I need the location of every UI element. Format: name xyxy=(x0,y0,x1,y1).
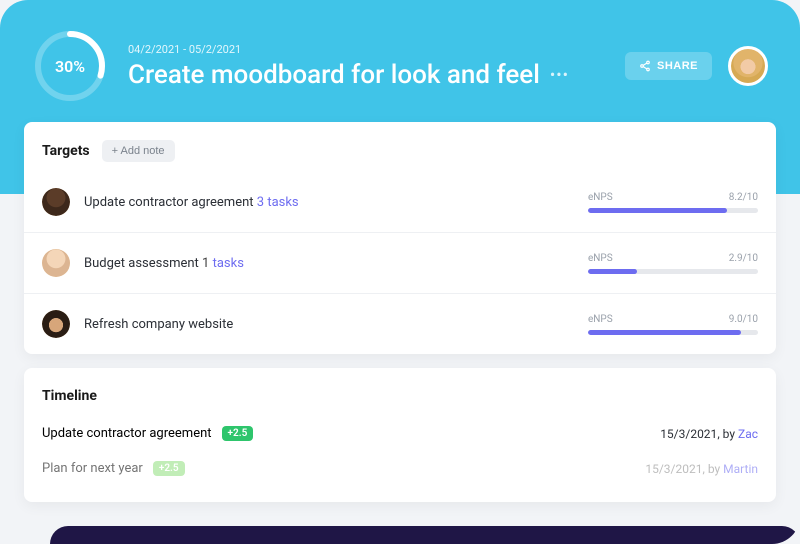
title-block: 04/2/2021 - 05/2/2021 Create moodboard f… xyxy=(128,43,605,90)
timeline-row[interactable]: Plan for next year +2.5 15/3/2021, by Ma… xyxy=(24,451,776,486)
share-icon xyxy=(639,60,651,72)
assignee-avatar xyxy=(42,249,70,277)
date-range: 04/2/2021 - 05/2/2021 xyxy=(128,43,605,56)
timeline-title: Plan for next year xyxy=(42,461,143,476)
target-title: Budget assessment 1 tasks xyxy=(84,256,574,271)
metric-label: eNPS xyxy=(588,192,613,203)
add-note-button[interactable]: + Add note xyxy=(102,140,175,162)
metric-score: 2.9/10 xyxy=(729,253,758,264)
timeline-meta: 15/3/2021, by Zac xyxy=(660,427,758,441)
share-button[interactable]: SHARE xyxy=(625,52,712,80)
target-title: Update contractor agreement 3 tasks xyxy=(84,195,574,210)
page-title: Create moodboard for look and feel xyxy=(128,60,540,90)
target-row[interactable]: Update contractor agreement 3 tasks eNPS… xyxy=(24,172,776,233)
timeline-card: Timeline Update contractor agreement +2.… xyxy=(24,368,776,502)
assignee-avatar xyxy=(42,188,70,216)
more-menu-icon[interactable]: ••• xyxy=(550,65,569,84)
target-row[interactable]: Refresh company website eNPS 9.0/10 xyxy=(24,294,776,354)
share-button-label: SHARE xyxy=(657,60,698,72)
bottom-strip xyxy=(50,526,800,544)
target-meter: eNPS 2.9/10 xyxy=(588,253,758,274)
progress-ring: 30% xyxy=(32,28,108,104)
progress-percent: 30% xyxy=(32,28,108,104)
user-avatar[interactable] xyxy=(728,46,768,86)
delta-badge: +2.5 xyxy=(153,461,185,476)
assignee-avatar xyxy=(42,310,70,338)
target-title: Refresh company website xyxy=(84,317,574,332)
user-link[interactable]: Zac xyxy=(738,427,758,441)
metric-label: eNPS xyxy=(588,314,613,325)
delta-badge: +2.5 xyxy=(222,426,254,441)
target-meter: eNPS 8.2/10 xyxy=(588,192,758,213)
metric-score: 9.0/10 xyxy=(729,314,758,325)
page: 30% 04/2/2021 - 05/2/2021 Create moodboa… xyxy=(0,0,800,544)
metric-score: 8.2/10 xyxy=(729,192,758,203)
timeline-heading: Timeline xyxy=(42,388,97,404)
target-meter: eNPS 9.0/10 xyxy=(588,314,758,335)
timeline-title: Update contractor agreement xyxy=(42,426,212,441)
target-row[interactable]: Budget assessment 1 tasks eNPS 2.9/10 xyxy=(24,233,776,294)
targets-card: Targets + Add note Update contractor agr… xyxy=(24,122,776,354)
user-link[interactable]: Martin xyxy=(723,462,758,476)
header-actions: SHARE xyxy=(625,46,768,86)
metric-label: eNPS xyxy=(588,253,613,264)
timeline-meta: 15/3/2021, by Martin xyxy=(645,462,758,476)
targets-heading: Targets xyxy=(42,143,90,159)
timeline-row[interactable]: Update contractor agreement +2.5 15/3/20… xyxy=(24,416,776,451)
